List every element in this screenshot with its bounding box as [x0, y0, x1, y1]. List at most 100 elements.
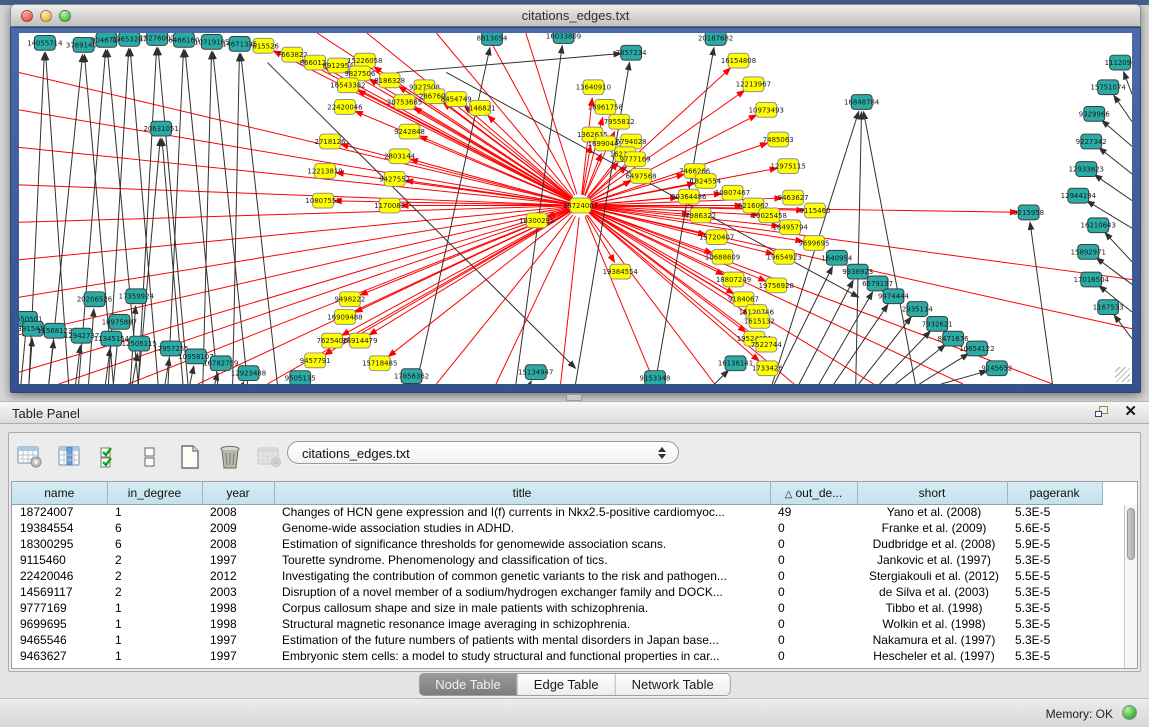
- cell-out_degree[interactable]: 0: [770, 568, 857, 584]
- graph-edge-black[interactable]: [1105, 233, 1132, 262]
- column-header-in_degree[interactable]: in_degree: [107, 482, 202, 504]
- cell-title[interactable]: Embryonic stem cells: a model to study s…: [274, 648, 770, 664]
- cell-in_degree[interactable]: 1: [107, 632, 202, 648]
- cell-short[interactable]: Jankovic et al. (1997): [857, 552, 1007, 568]
- graph-edge-red[interactable]: [388, 212, 572, 356]
- cell-out_degree[interactable]: 0: [770, 648, 857, 664]
- cell-name[interactable]: 9463627: [12, 648, 107, 664]
- cell-year[interactable]: 1997: [202, 632, 274, 648]
- graph-edge-red[interactable]: [588, 215, 715, 384]
- new-table-icon[interactable]: [175, 442, 205, 472]
- cell-year[interactable]: 2003: [202, 584, 274, 600]
- graph-edge-red[interactable]: [342, 211, 571, 336]
- cell-year[interactable]: 2009: [202, 520, 274, 536]
- select-all-icon[interactable]: [95, 442, 125, 472]
- cell-out_degree[interactable]: 0: [770, 584, 857, 600]
- graph-edge-black[interactable]: [530, 381, 532, 384]
- cell-name[interactable]: 22420046: [12, 568, 107, 584]
- cell-short[interactable]: de Silva et al. (2003): [857, 584, 1007, 600]
- table-row[interactable]: 969969511998Structural magnetic resonanc…: [12, 616, 1102, 632]
- cell-out_degree[interactable]: 0: [770, 616, 857, 632]
- cell-name[interactable]: 18300295: [12, 536, 107, 552]
- graph-edge-black[interactable]: [864, 112, 916, 384]
- cell-pagerank[interactable]: 5.6E-5: [1007, 520, 1102, 536]
- graph-edge-red[interactable]: [19, 72, 569, 202]
- column-header-year[interactable]: year: [202, 482, 274, 504]
- column-header-title[interactable]: title: [274, 482, 770, 504]
- cell-title[interactable]: Estimation of the future numbers of pati…: [274, 632, 770, 648]
- network-graph[interactable]: 1872400776155267663822866012489129541522…: [19, 33, 1132, 384]
- cell-out_degree[interactable]: 0: [770, 552, 857, 568]
- cell-title[interactable]: Estimation of significance thresholds fo…: [274, 536, 770, 552]
- table-row[interactable]: 946554611997Estimation of the future num…: [12, 632, 1102, 648]
- graph-edge-black[interactable]: [919, 354, 968, 384]
- cell-short[interactable]: Nakamura et al. (1997): [857, 632, 1007, 648]
- cell-pagerank[interactable]: 5.3E-5: [1007, 648, 1102, 664]
- cell-pagerank[interactable]: 5.5E-5: [1007, 568, 1102, 584]
- table-selector-dropdown[interactable]: citations_edges.txt: [287, 441, 679, 464]
- cell-short[interactable]: Hescheler et al. (1997): [857, 648, 1007, 664]
- table-scrollbar[interactable]: [1124, 505, 1137, 668]
- cell-title[interactable]: Corpus callosum shape and size in male p…: [274, 600, 770, 616]
- graph-edge-black[interactable]: [213, 52, 248, 384]
- cell-in_degree[interactable]: 1: [107, 504, 202, 520]
- cell-year[interactable]: 1997: [202, 648, 274, 664]
- cell-in_degree[interactable]: 1: [107, 600, 202, 616]
- column-header-short[interactable]: short: [857, 482, 1007, 504]
- table-row[interactable]: 1872400712008Changes of HCN gene express…: [12, 504, 1102, 520]
- memory-status-indicator[interactable]: [1122, 705, 1137, 720]
- graph-edge-red[interactable]: [334, 201, 570, 206]
- graph-edge-black[interactable]: [21, 329, 26, 384]
- cell-in_degree[interactable]: 1: [107, 648, 202, 664]
- cell-in_degree[interactable]: 1: [107, 616, 202, 632]
- cell-in_degree[interactable]: 2: [107, 552, 202, 568]
- cell-out_degree[interactable]: 0: [770, 600, 857, 616]
- graph-edge-red[interactable]: [369, 211, 571, 335]
- window-titlebar[interactable]: citations_edges.txt: [10, 4, 1141, 27]
- table-row[interactable]: 2242004622012Investigating the contribut…: [12, 568, 1102, 584]
- table-row[interactable]: 946362711997Embryonic stem cells: a mode…: [12, 648, 1102, 664]
- cell-name[interactable]: 9115460: [12, 552, 107, 568]
- table-row[interactable]: 1830029562008Estimation of significance …: [12, 536, 1102, 552]
- cell-name[interactable]: 9465546: [12, 632, 107, 648]
- graph-edge-red[interactable]: [585, 216, 655, 384]
- cell-year[interactable]: 1998: [202, 600, 274, 616]
- cell-name[interactable]: 14569117: [12, 584, 107, 600]
- close-panel-icon[interactable]: ✕: [1124, 405, 1137, 419]
- cell-in_degree[interactable]: 6: [107, 536, 202, 552]
- cell-out_degree[interactable]: 0: [770, 536, 857, 552]
- cell-out_degree[interactable]: 0: [770, 520, 857, 536]
- delete-rows-icon[interactable]: [215, 442, 245, 472]
- tab-network-table[interactable]: Network Table: [616, 674, 730, 695]
- cell-out_degree[interactable]: 49: [770, 504, 857, 520]
- cell-pagerank[interactable]: 5.3E-5: [1007, 504, 1102, 520]
- cell-year[interactable]: 2008: [202, 504, 274, 520]
- cell-short[interactable]: Dudbridge et al. (2008): [857, 536, 1007, 552]
- column-header-name[interactable]: name: [12, 482, 107, 504]
- cell-pagerank[interactable]: 5.3E-5: [1007, 584, 1102, 600]
- column-header-out_degree[interactable]: △out_de...: [770, 482, 857, 504]
- cell-pagerank[interactable]: 5.3E-5: [1007, 616, 1102, 632]
- graph-edge-red[interactable]: [436, 215, 573, 384]
- cell-pagerank[interactable]: 5.3E-5: [1007, 632, 1102, 648]
- graph-edge-black[interactable]: [1030, 222, 1052, 384]
- cell-in_degree[interactable]: 6: [107, 520, 202, 536]
- cell-name[interactable]: 9699695: [12, 616, 107, 632]
- graph-edge-black[interactable]: [1094, 175, 1132, 201]
- cell-out_degree[interactable]: 0: [770, 632, 857, 648]
- cell-title[interactable]: Changes of HCN gene expression and I(f) …: [274, 504, 770, 520]
- graph-edge-red[interactable]: [590, 213, 795, 384]
- cell-short[interactable]: Tibbo et al. (1998): [857, 600, 1007, 616]
- column-header-pagerank[interactable]: pagerank: [1007, 482, 1102, 504]
- graph-edge-black[interactable]: [241, 54, 278, 384]
- graph-edge-red[interactable]: [19, 185, 569, 205]
- cell-short[interactable]: Yano et al. (2008): [857, 504, 1007, 520]
- graph-edge-black[interactable]: [895, 345, 945, 384]
- cell-year[interactable]: 1998: [202, 616, 274, 632]
- cell-title[interactable]: Structural magnetic resonance image aver…: [274, 616, 770, 632]
- graph-edge-black[interactable]: [233, 54, 240, 384]
- cell-year[interactable]: 2012: [202, 568, 274, 584]
- graph-edge-red[interactable]: [19, 206, 569, 222]
- graph-edge-red[interactable]: [19, 208, 569, 334]
- cell-in_degree[interactable]: 2: [107, 584, 202, 600]
